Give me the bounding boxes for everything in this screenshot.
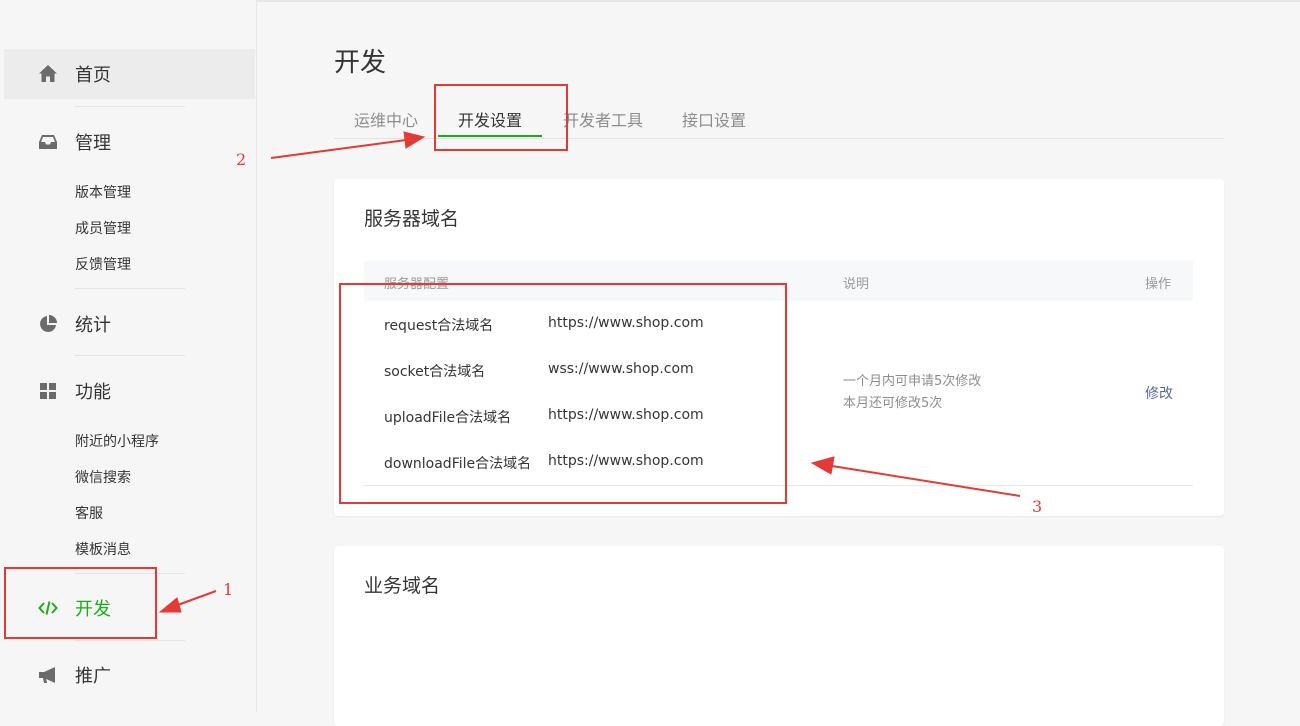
sidebar-item-label: 功能: [75, 382, 111, 403]
annotation-box-server-config: [339, 283, 787, 504]
sidebar-subitem-customer-service[interactable]: 客服: [75, 503, 103, 523]
sidebar-subitem-version[interactable]: 版本管理: [75, 182, 131, 202]
sidebar-item-promotion[interactable]: 推广: [4, 650, 255, 700]
arrow-2-line: [270, 139, 407, 159]
annotation-box-develop: [4, 567, 157, 639]
divider: [75, 288, 185, 289]
desc-line-2: 本月还可修改5次: [843, 396, 943, 411]
sidebar-item-manage[interactable]: 管理: [4, 117, 255, 167]
sidebar-subitem-nearby[interactable]: 附近的小程序: [75, 431, 159, 451]
sidebar-item-home[interactable]: 首页: [4, 49, 255, 99]
divider: [75, 106, 185, 107]
sidebar-item-label: 统计: [75, 315, 111, 336]
page-title: 开发: [334, 48, 387, 78]
divider: [75, 640, 185, 641]
home-icon: [39, 65, 57, 82]
edit-link[interactable]: 修改: [1145, 383, 1173, 403]
sidebar-item-label: 管理: [75, 133, 111, 154]
sidebar-item-label: 首页: [75, 65, 111, 86]
header-desc: 说明: [843, 277, 870, 292]
annotation-number-2: 2: [236, 150, 247, 169]
divider: [75, 355, 185, 356]
megaphone-icon: [39, 667, 55, 683]
sidebar-item-features[interactable]: 功能: [4, 366, 255, 416]
annotation-number-1: 1: [223, 580, 234, 599]
annotation-box-dev-settings: [434, 84, 568, 151]
business-domain-title: 业务域名: [364, 575, 441, 597]
server-domain-title: 服务器域名: [364, 208, 460, 230]
header-action: 操作: [1145, 277, 1172, 292]
inbox-icon: [39, 135, 57, 149]
sidebar-subitem-template-message[interactable]: 模板消息: [75, 539, 131, 559]
sidebar-subitem-feedback[interactable]: 反馈管理: [75, 254, 131, 274]
annotation-number-3: 3: [1032, 497, 1043, 516]
pie-chart-icon: [40, 315, 57, 332]
tab-dev-tools[interactable]: 开发者工具: [563, 107, 643, 131]
grid-icon: [40, 383, 56, 399]
sidebar-subitem-members[interactable]: 成员管理: [75, 218, 131, 238]
desc-line-1: 一个月内可申请5次修改: [843, 374, 982, 389]
sidebar-item-stats[interactable]: 统计: [4, 299, 255, 349]
tab-api-settings[interactable]: 接口设置: [682, 107, 746, 131]
business-domain-card: 业务域名: [334, 546, 1224, 726]
sidebar-item-label: 推广: [75, 666, 111, 687]
sidebar-subitem-wechat-search[interactable]: 微信搜索: [75, 467, 131, 487]
tab-ops-center[interactable]: 运维中心: [354, 107, 418, 131]
